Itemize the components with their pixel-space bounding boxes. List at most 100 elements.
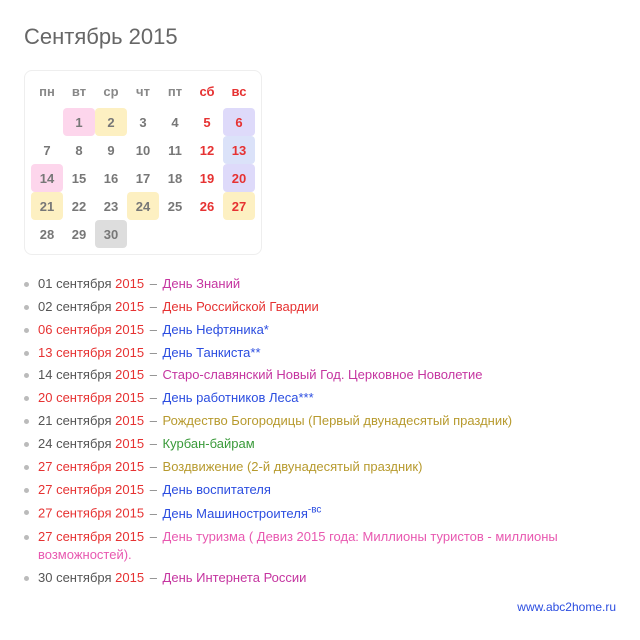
day-16[interactable]: 16 — [95, 164, 127, 192]
day-empty — [191, 220, 223, 248]
event-date: 02 сентября 2015 — [38, 299, 144, 314]
day-2[interactable]: 2 — [95, 108, 127, 136]
weekday-ср: ср — [95, 77, 127, 108]
day-3[interactable]: 3 — [127, 108, 159, 136]
event-separator: – — [146, 345, 160, 360]
event-separator: – — [146, 436, 160, 451]
event-separator: – — [146, 529, 160, 544]
day-12[interactable]: 12 — [191, 136, 223, 164]
event-separator: – — [146, 390, 160, 405]
event-separator: – — [146, 570, 160, 585]
weekday-пн: пн — [31, 77, 63, 108]
page-title: Сентябрь 2015 — [24, 24, 616, 50]
event-separator: – — [146, 299, 160, 314]
event-separator: – — [146, 413, 160, 428]
day-30[interactable]: 30 — [95, 220, 127, 248]
event-date: 24 сентября 2015 — [38, 436, 144, 451]
event-separator: – — [146, 367, 160, 382]
event-separator: – — [146, 459, 160, 474]
day-18[interactable]: 18 — [159, 164, 191, 192]
event-date: 14 сентября 2015 — [38, 367, 144, 382]
day-24[interactable]: 24 — [127, 192, 159, 220]
day-8[interactable]: 8 — [63, 136, 95, 164]
event-item: 02 сентября 2015 – День Российской Гвард… — [24, 296, 616, 319]
day-17[interactable]: 17 — [127, 164, 159, 192]
event-item: 21 сентября 2015 – Рождество Богородицы … — [24, 410, 616, 433]
day-22[interactable]: 22 — [63, 192, 95, 220]
event-date: 27 сентября 2015 — [38, 459, 144, 474]
event-date: 30 сентября 2015 — [38, 570, 144, 585]
day-empty — [31, 108, 63, 136]
event-title[interactable]: День Интернета России — [163, 570, 307, 585]
weekday-вс: вс — [223, 77, 255, 108]
event-title[interactable]: День Машиностроителя-вс — [163, 506, 322, 521]
calendar-weekday-row: пнвтсрчтптсбвс — [31, 77, 255, 108]
day-14[interactable]: 14 — [31, 164, 63, 192]
weekday-вт: вт — [63, 77, 95, 108]
event-item: 27 сентября 2015 – День туризма ( Девиз … — [24, 526, 616, 568]
day-7[interactable]: 7 — [31, 136, 63, 164]
event-separator: – — [146, 506, 160, 521]
calendar-row: 123456 — [31, 108, 255, 136]
event-separator: – — [146, 276, 160, 291]
weekday-сб: сб — [191, 77, 223, 108]
day-9[interactable]: 9 — [95, 136, 127, 164]
source-link[interactable]: www.abc2home.ru — [517, 600, 616, 614]
calendar-body: 1234567891011121314151617181920212223242… — [31, 108, 255, 248]
event-superscript: -вс — [308, 504, 322, 515]
event-separator: – — [146, 322, 160, 337]
day-26[interactable]: 26 — [191, 192, 223, 220]
event-date: 27 сентября 2015 — [38, 482, 144, 497]
calendar-row: 282930 — [31, 220, 255, 248]
event-item: 14 сентября 2015 – Старо-славянский Новы… — [24, 364, 616, 387]
event-title[interactable]: Курбан-байрам — [163, 436, 255, 451]
event-date: 06 сентября 2015 — [38, 322, 144, 337]
day-11[interactable]: 11 — [159, 136, 191, 164]
event-title[interactable]: День воспитателя — [163, 482, 271, 497]
event-title[interactable]: Воздвижение (2-й двунадесятый праздник) — [163, 459, 423, 474]
event-date: 13 сентября 2015 — [38, 345, 144, 360]
event-item: 13 сентября 2015 – День Танкиста** — [24, 342, 616, 365]
day-1[interactable]: 1 — [63, 108, 95, 136]
event-item: 06 сентября 2015 – День Нефтяника* — [24, 319, 616, 342]
event-item: 30 сентября 2015 – День Интернета России — [24, 567, 616, 590]
weekday-чт: чт — [127, 77, 159, 108]
event-item: 27 сентября 2015 – День Машиностроителя-… — [24, 501, 616, 525]
day-21[interactable]: 21 — [31, 192, 63, 220]
event-title[interactable]: День Российской Гвардии — [163, 299, 319, 314]
day-15[interactable]: 15 — [63, 164, 95, 192]
event-date: 01 сентября 2015 — [38, 276, 144, 291]
day-5[interactable]: 5 — [191, 108, 223, 136]
event-item: 01 сентября 2015 – День Знаний — [24, 273, 616, 296]
calendar-row: 21222324252627 — [31, 192, 255, 220]
calendar: пнвтсрчтптсбвс 1234567891011121314151617… — [24, 70, 262, 255]
event-item: 27 сентября 2015 – Воздвижение (2-й двун… — [24, 456, 616, 479]
source-line: www.abc2home.ru — [24, 600, 616, 614]
day-10[interactable]: 10 — [127, 136, 159, 164]
day-25[interactable]: 25 — [159, 192, 191, 220]
day-13[interactable]: 13 — [223, 136, 255, 164]
event-title[interactable]: День Знаний — [163, 276, 241, 291]
day-27[interactable]: 27 — [223, 192, 255, 220]
event-date: 27 сентября 2015 — [38, 506, 144, 521]
day-19[interactable]: 19 — [191, 164, 223, 192]
day-20[interactable]: 20 — [223, 164, 255, 192]
event-list: 01 сентября 2015 – День Знаний02 сентябр… — [24, 273, 616, 590]
day-23[interactable]: 23 — [95, 192, 127, 220]
calendar-row: 78910111213 — [31, 136, 255, 164]
event-title[interactable]: Старо-славянский Новый Год. Церковное Но… — [163, 367, 483, 382]
event-date: 20 сентября 2015 — [38, 390, 144, 405]
event-title[interactable]: День работников Леса*** — [163, 390, 314, 405]
event-title[interactable]: Рождество Богородицы (Первый двунадесяты… — [163, 413, 513, 428]
day-empty — [127, 220, 159, 248]
day-28[interactable]: 28 — [31, 220, 63, 248]
day-empty — [223, 220, 255, 248]
day-29[interactable]: 29 — [63, 220, 95, 248]
event-separator: – — [146, 482, 160, 497]
day-6[interactable]: 6 — [223, 108, 255, 136]
event-date: 21 сентября 2015 — [38, 413, 144, 428]
day-4[interactable]: 4 — [159, 108, 191, 136]
day-empty — [159, 220, 191, 248]
event-title[interactable]: День Танкиста** — [163, 345, 261, 360]
event-title[interactable]: День Нефтяника* — [163, 322, 269, 337]
